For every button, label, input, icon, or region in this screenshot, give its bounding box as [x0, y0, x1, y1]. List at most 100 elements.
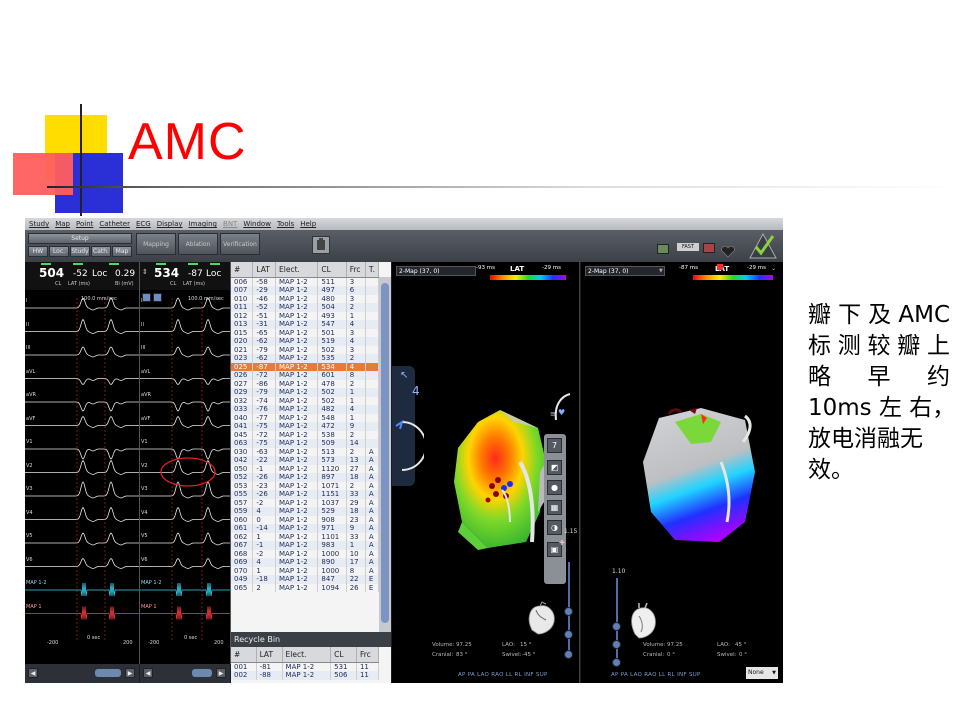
ablation-tool-icon[interactable]: ●	[547, 480, 562, 495]
table-row[interactable]: 029 -79 MAP 1-2 502 1	[231, 388, 380, 397]
slider-knob[interactable]	[564, 630, 573, 639]
recycle-bin-header[interactable]: Recycle Bin	[231, 632, 391, 647]
tab-loc[interactable]: Loc.	[49, 246, 69, 257]
table-row[interactable]: 070 1 MAP 1-2 1000 8 A	[231, 566, 380, 575]
table-row[interactable]: 025 -87 MAP 1-2 534 4	[231, 362, 380, 371]
table-row[interactable]: 010 -46 MAP 1-2 480 3	[231, 294, 380, 303]
catheter-icon[interactable]	[703, 243, 715, 253]
table-row[interactable]: 055 -26 MAP 1-2 1151 33 A	[231, 490, 380, 499]
orientation-heart-icon[interactable]	[627, 602, 659, 640]
tool-value[interactable]: 7	[547, 438, 562, 453]
view-presets[interactable]: AP PA LAO RAO LL RL INF SUP	[611, 672, 701, 678]
table-row[interactable]: 007 -29 MAP 1-2 497 6	[231, 286, 380, 295]
column-header[interactable]: CL	[317, 262, 347, 278]
table-row[interactable]: 053 -23 MAP 1-2 1071 2 A	[231, 481, 380, 490]
dropdown-chevron-icon[interactable]: ▼	[659, 268, 663, 274]
verification-button[interactable]: Verification	[220, 233, 260, 255]
menu-help[interactable]: Help	[300, 220, 316, 228]
table-row[interactable]: 027 -86 MAP 1-2 478 2	[231, 379, 380, 388]
tab-hw[interactable]: HW	[28, 246, 48, 257]
table-row[interactable]: 012 -51 MAP 1-2 493 1	[231, 311, 380, 320]
table-row[interactable]: 052 -26 MAP 1-2 897 18 A	[231, 473, 380, 482]
table-row[interactable]: 040 -77 MAP 1-2 548 1	[231, 413, 380, 422]
filter-icon[interactable]: ≡	[550, 410, 556, 418]
column-header[interactable]: #	[231, 647, 257, 663]
tool-side-panel[interactable]: ↖ 4	[392, 366, 424, 486]
collapse-icon[interactable]: ⌄	[771, 265, 776, 272]
column-header[interactable]: Frc	[346, 262, 366, 278]
table-row[interactable]: 068 -2 MAP 1-2 1000 10 A	[231, 549, 380, 558]
arrow-icon[interactable]: ↖	[400, 370, 408, 381]
scroll-thumb[interactable]	[192, 669, 212, 677]
table-row[interactable]: 057 -2 MAP 1-2 1037 29 A	[231, 498, 380, 507]
scroll-right-icon[interactable]: ▶	[216, 668, 226, 678]
ablation-button[interactable]: Ablation	[178, 233, 218, 255]
rotate-ring-icon[interactable]	[394, 416, 424, 476]
table-row[interactable]: 001 -81 MAP 1-2 531 11	[231, 662, 380, 671]
table-row[interactable]: 013 -31 MAP 1-2 547 4	[231, 320, 380, 329]
map-title[interactable]: 2-Map (37, 0)	[396, 266, 476, 276]
table-row[interactable]: 059 4 MAP 1-2 529 18 A	[231, 507, 380, 516]
menu-window[interactable]: Window	[243, 220, 271, 228]
table-row[interactable]: 020 -62 MAP 1-2 519 4	[231, 337, 380, 346]
table-row[interactable]: 030 -63 MAP 1-2 513 2 A	[231, 447, 380, 456]
table-row[interactable]: 033 -76 MAP 1-2 482 4	[231, 405, 380, 414]
setup-button[interactable]: Setup	[28, 233, 132, 244]
table-row[interactable]: 060 0 MAP 1-2 908 23 A	[231, 515, 380, 524]
orientation-heart-icon[interactable]	[524, 600, 558, 636]
table-row[interactable]: 021 -79 MAP 1-2 502 3	[231, 345, 380, 354]
scroll-right-icon[interactable]: ▶	[125, 668, 135, 678]
heart-icon[interactable]	[721, 243, 735, 258]
sort-arrows-icon[interactable]: ⇕	[142, 268, 148, 276]
slider-knob[interactable]	[612, 640, 621, 649]
table-row[interactable]: 050 -1 MAP 1-2 1120 27 A	[231, 464, 380, 473]
table-row[interactable]: 011 -52 MAP 1-2 504 2	[231, 303, 380, 312]
scroll-thumb[interactable]	[95, 669, 121, 677]
column-header[interactable]: Frc	[356, 647, 380, 663]
record-icon[interactable]	[312, 236, 330, 254]
table-row[interactable]: 023 -62 MAP 1-2 535 2	[231, 354, 380, 363]
table-row[interactable]: 026 -72 MAP 1-2 601 8	[231, 371, 380, 380]
view-presets[interactable]: AP PA LAO RAO LL RL INF SUP	[458, 672, 548, 678]
table-row[interactable]: 069 4 MAP 1-2 890 17 A	[231, 558, 380, 567]
column-header[interactable]: #	[231, 262, 254, 278]
column-header[interactable]: Elect.	[282, 647, 332, 663]
column-header[interactable]: LAT	[252, 262, 277, 278]
lat-map-shell-right[interactable]	[641, 402, 761, 552]
grid-tool-icon[interactable]: ▦	[547, 500, 562, 515]
map-title[interactable]: 2-Map (37, 0)	[585, 266, 665, 276]
tab-study[interactable]: Study	[70, 246, 90, 257]
table-row[interactable]: 063 -75 MAP 1-2 509 14	[231, 439, 380, 448]
map-view-left[interactable]: 2-Map (37, 0) -93 ms LAT -29 ms ↖ 4 ≡ ♥ …	[392, 262, 580, 683]
table-row[interactable]: 015 -65 MAP 1-2 501 3	[231, 328, 380, 337]
menu-ecg[interactable]: ECG	[136, 220, 151, 228]
table-row[interactable]: 006 -58 MAP 1-2 511 3	[231, 277, 380, 286]
overlay-select[interactable]: None ▼	[746, 667, 778, 679]
menu-catheter[interactable]: Catheter	[99, 220, 130, 228]
mapping-button[interactable]: Mapping	[136, 233, 176, 255]
menu-imaging[interactable]: Imaging	[189, 220, 217, 228]
tab-map[interactable]: Map	[112, 246, 132, 257]
column-header[interactable]: T.	[365, 262, 380, 278]
table-row[interactable]: 062 1 MAP 1-2 1101 33 A	[231, 532, 380, 541]
slider-knob[interactable]	[612, 622, 621, 631]
heart-select-icon[interactable]: ♥	[558, 408, 565, 417]
menu-display[interactable]: Display	[157, 220, 183, 228]
table-row[interactable]: 045 -72 MAP 1-2 538 2	[231, 430, 380, 439]
slider-knob[interactable]	[564, 607, 573, 616]
scroll-left-icon[interactable]: ◀	[143, 668, 153, 678]
menu-study[interactable]: Study	[29, 220, 49, 228]
slider-knob[interactable]	[612, 658, 621, 667]
menu-tools[interactable]: Tools	[277, 220, 294, 228]
map-view-right[interactable]: 2-Map (37, 0) ▼ -87 ms LAT -29 ms ⌄	[581, 262, 783, 683]
ecg-scrollbar-right[interactable]: ◀ ▶	[140, 664, 230, 683]
erase-tool-icon[interactable]: ◑	[547, 520, 562, 535]
scroll-left-icon[interactable]: ◀	[28, 668, 38, 678]
menu-point[interactable]: Point	[76, 220, 93, 228]
menu-bnt[interactable]: BNT	[223, 220, 237, 228]
ecg-scrollbar-left[interactable]: ◀ ▶	[25, 664, 139, 683]
column-header[interactable]: CL	[330, 647, 357, 663]
table-row[interactable]: 041 -75 MAP 1-2 472 9	[231, 422, 380, 431]
column-header[interactable]: LAT	[256, 647, 283, 663]
points-table-scroll-thumb[interactable]	[381, 283, 389, 623]
